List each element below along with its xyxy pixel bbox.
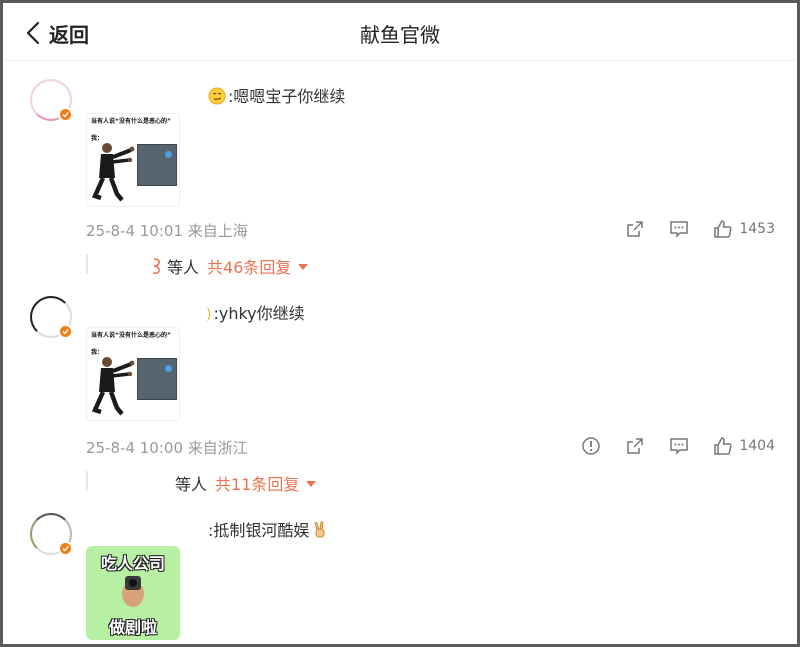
reply-total-link[interactable]: 共11条回复 [215,471,317,495]
crescent-emoji-icon: ) [206,307,212,323]
man-presenting-figure [91,357,135,416]
like-count: 1453 [739,221,775,237]
avatar[interactable] [30,79,73,122]
meme-image[interactable]: 吃人公司 做剧啦 [86,546,180,640]
reply-summary[interactable]: 等人 共11条回复 [86,471,317,494]
meme-top-text: 吃人公司 [100,554,165,573]
comment-text: :抵制银河酷娱 [208,517,331,541]
share-button[interactable] [625,436,645,456]
top-bar: 返回 献鱼官微 [3,3,797,61]
page-title: 献鱼官微 [360,23,440,47]
alert-circle-icon [582,437,601,455]
reply-user-emoji-icon [152,258,160,274]
comment-meta: 25-8-4 10:01 来自上海 [86,220,248,241]
comment-actions: 1404 [557,436,775,456]
meme-inset-photo [137,358,177,400]
avatar[interactable] [30,296,73,339]
meme-inset-photo [137,144,177,186]
report-button[interactable] [581,436,601,456]
share-icon [627,438,644,454]
man-presenting-figure [91,143,135,202]
comment-item: :嗯嗯宝子你继续 当有人说“没有什么是恶心的” 我： 25-8-4 10:01 … [3,75,797,277]
like-button[interactable]: 1453 [713,219,775,239]
comment-time: 25-8-4 10:01 [86,222,183,240]
meme-image[interactable]: 当有人说“没有什么是恶心的” 我： [86,327,180,421]
meme-bottom-text: 做剧啦 [108,618,157,637]
comment-icon [670,438,689,455]
comment-location: 来自浙江 [187,439,248,457]
reply-total-label: 共11条回复 [215,475,300,494]
comment-time: 25-8-4 10:00 [86,439,183,457]
reply-summary[interactable]: 等人 共46条回复 [86,254,309,277]
reply-total-label: 共46条回复 [207,258,292,277]
share-button[interactable] [625,219,645,239]
share-icon [627,221,644,237]
comment-body: :嗯嗯宝子你继续 [228,87,346,106]
like-count: 1404 [739,438,775,454]
victory-hand-emoji-icon [314,521,325,538]
comment-button[interactable] [669,219,689,239]
meme-caption: 当有人说“没有什么是恶心的” [91,332,171,339]
caret-down-icon [306,481,317,487]
verified-badge-icon [58,324,73,339]
comment-item: :抵制银河酷娱 吃人公司 做剧啦 [3,509,797,644]
thumb-up-icon [714,220,732,238]
reply-users-etc: 等人 [175,475,208,494]
pistol-icon [122,576,144,607]
comment-body: :yhky你继续 [213,304,305,323]
comment-item: ):yhky你继续 当有人说“没有什么是恶心的” 我： 25-8-4 10:00… [3,292,797,494]
comment-location: 来自上海 [187,222,248,240]
verified-badge-icon [58,107,73,122]
comment-text: :嗯嗯宝子你继续 [208,83,345,107]
caret-down-icon [298,264,309,270]
comment-button[interactable] [669,436,689,456]
comment-text: ):yhky你继续 [206,300,305,324]
comment-meta: 25-8-4 10:00 来自浙江 [86,437,248,458]
thumb-up-icon [714,437,732,455]
like-button[interactable]: 1404 [713,436,775,456]
reply-users-etc: 等人 [167,258,200,277]
reply-total-link[interactable]: 共46条回复 [207,254,309,278]
meme-image[interactable]: 当有人说“没有什么是恶心的” 我： [86,113,180,207]
comment-actions: 1453 [601,219,775,239]
comment-icon [670,221,689,238]
avatar[interactable] [30,513,73,556]
smirk-emoji-icon [208,87,226,105]
verified-badge-icon [58,541,73,556]
meme-caption: 当有人说“没有什么是恶心的” [91,118,171,125]
comment-body: :抵制银河酷娱 [208,521,310,540]
